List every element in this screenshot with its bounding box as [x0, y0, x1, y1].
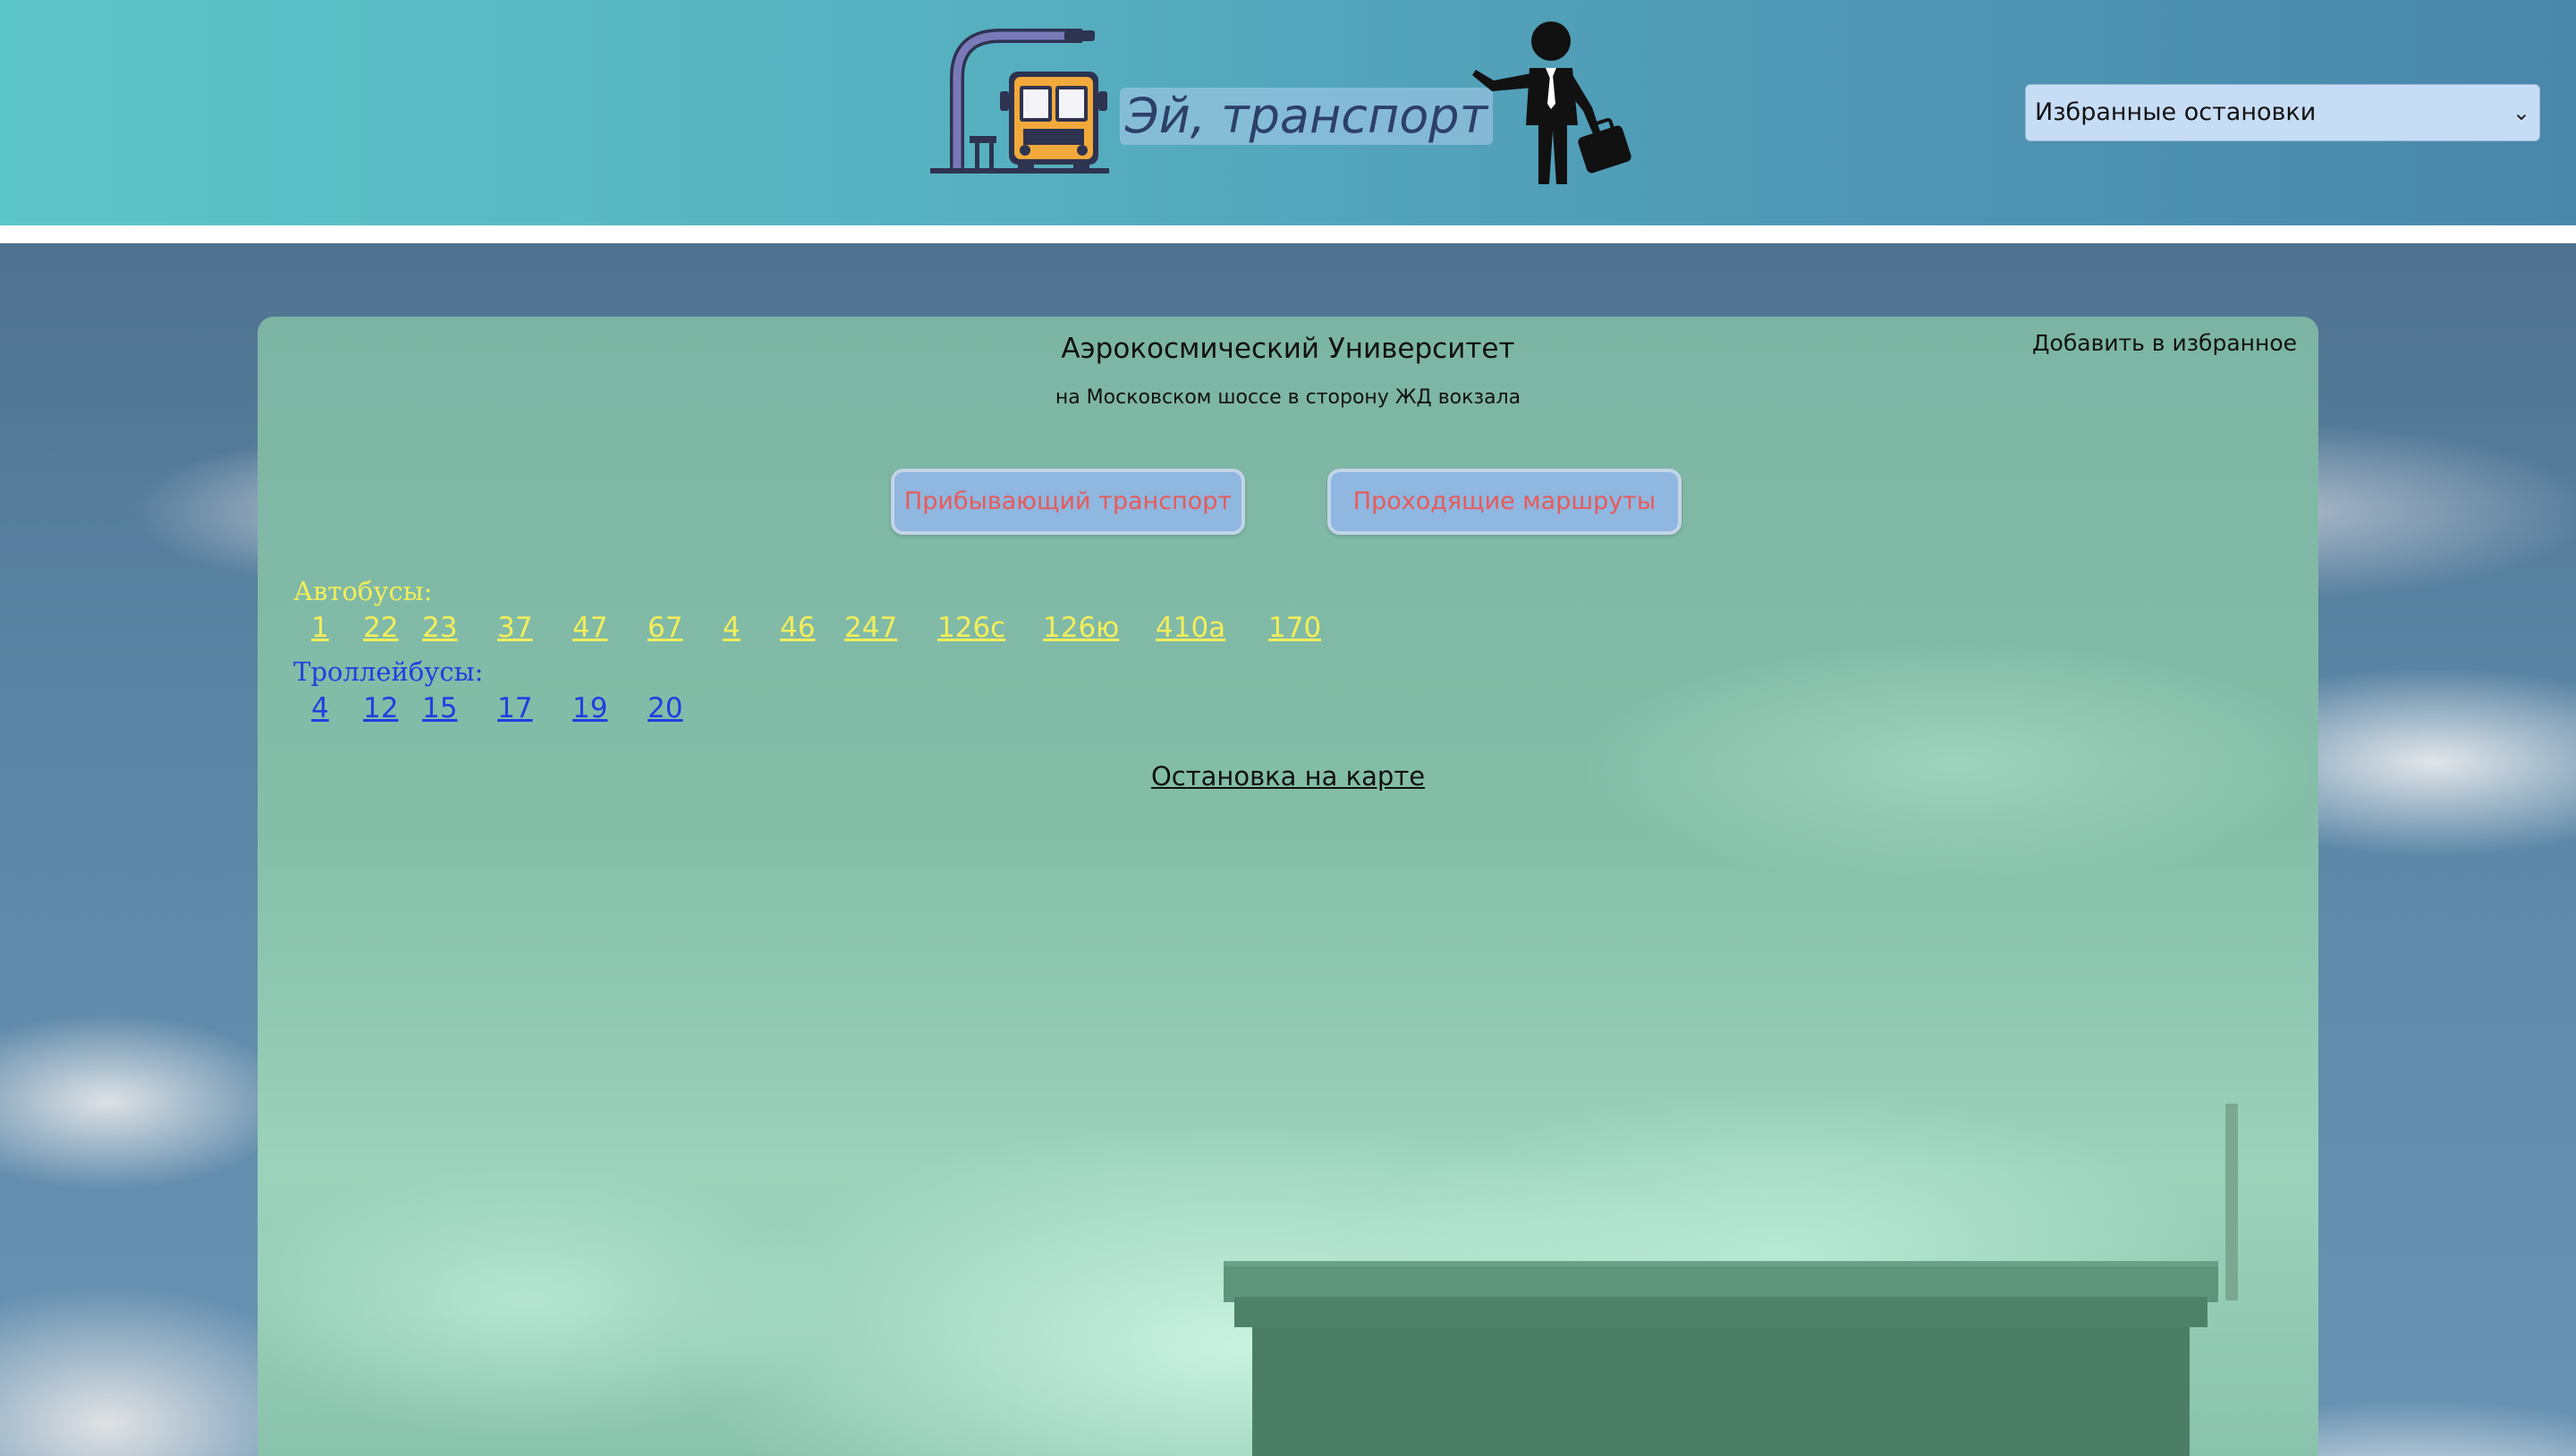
bus-route-link[interactable]: 22 — [363, 608, 398, 648]
stop-panel: Аэрокосмический Университет на Московско… — [258, 317, 2318, 1456]
bus-route-link[interactable]: 170 — [1268, 608, 1321, 648]
bus-route-link[interactable]: 126с — [937, 608, 1005, 648]
trolleybus-route-link[interactable]: 4 — [311, 689, 329, 728]
map-link-row: Остановка на карте — [258, 758, 2318, 794]
tab-arriving-transport[interactable]: Прибывающий транспорт — [891, 469, 1245, 535]
trolleybus-route-link[interactable]: 15 — [422, 689, 457, 728]
trolleybus-section-label: Троллейбусы: — [293, 656, 484, 687]
bus-section-label: Автобусы: — [293, 576, 433, 606]
bus-route-link[interactable]: 410а — [1156, 608, 1225, 648]
tab-passing-routes[interactable]: Проходящие маршруты — [1327, 469, 1682, 535]
trolleybus-route-link[interactable]: 20 — [648, 689, 682, 728]
bus-route-link[interactable]: 23 — [422, 608, 457, 648]
favorites-select-value: Избранные остановки — [2035, 98, 2317, 126]
stop-name: Аэрокосмический Университет — [1061, 333, 1515, 365]
shelter-pole-image — [2225, 1104, 2238, 1300]
site-title: Эй, транспорт — [1120, 88, 1494, 145]
bus-route-link[interactable]: 1 — [311, 608, 329, 648]
trolleybus-route-link[interactable]: 12 — [363, 689, 398, 728]
header-divider — [0, 225, 2576, 243]
stop-on-map-link[interactable]: Остановка на карте — [1151, 761, 1425, 791]
add-to-favorites-link[interactable]: Добавить в избранное — [2032, 327, 2297, 360]
stop-direction: на Московском шоссе в сторону ЖД вокзала — [1055, 386, 1521, 409]
bus-stop-icon — [930, 29, 1109, 174]
bus-route-link[interactable]: 37 — [497, 608, 532, 648]
shelter-body-image — [1252, 1327, 2190, 1456]
trolleybus-route-link[interactable]: 17 — [497, 689, 532, 728]
bus-route-link[interactable]: 4 — [723, 608, 741, 648]
trolleybus-route-link[interactable]: 19 — [572, 689, 607, 728]
chevron-down-icon: ⌄ — [2512, 100, 2530, 125]
site-header: Эй, транспорт Избранные остановки ⌄ — [0, 0, 2576, 225]
bus-route-link[interactable]: 247 — [844, 608, 897, 648]
favorites-select[interactable]: Избранные остановки ⌄ — [2025, 84, 2540, 141]
bus-route-link[interactable]: 67 — [648, 608, 682, 648]
bus-route-link[interactable]: 47 — [572, 608, 607, 648]
businessman-waving-icon — [1472, 21, 1631, 184]
bus-route-link[interactable]: 46 — [780, 608, 815, 648]
shelter-band-image — [1234, 1297, 2207, 1327]
bus-route-link[interactable]: 126ю — [1043, 608, 1119, 648]
